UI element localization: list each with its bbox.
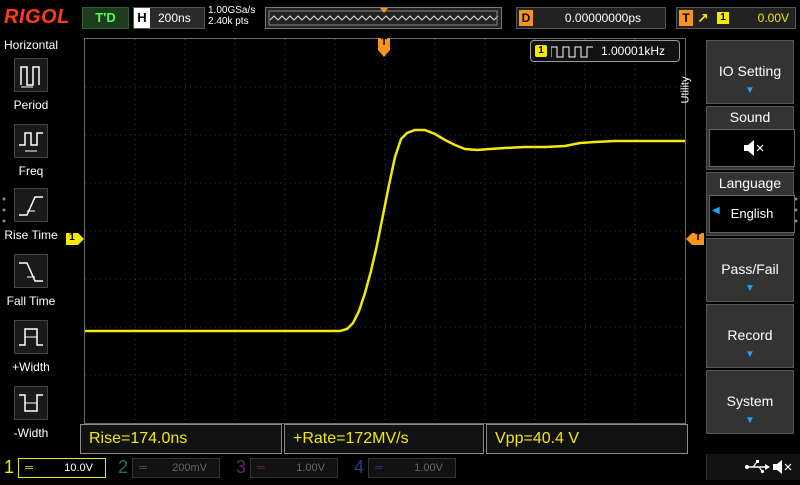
channel2-status[interactable]: 2 ═ 200mV — [118, 456, 222, 478]
pass-fail-label: Pass/Fail — [721, 261, 779, 277]
measure-rise-time-label: Rise Time — [4, 228, 58, 242]
system-button[interactable]: System ▼ — [706, 370, 794, 434]
language-value-box: ◀ English — [709, 195, 795, 233]
system-label: System — [726, 393, 774, 409]
channel1-ground-marker[interactable]: 1 — [66, 232, 84, 245]
measure-fall-time-label: Fall Time — [6, 294, 56, 308]
period-icon — [14, 58, 48, 92]
submenu-arrow-icon: ▼ — [745, 283, 755, 294]
trigger-position-marker[interactable]: T — [378, 37, 390, 58]
channel3-scale: 1.00V — [296, 462, 325, 474]
channel3-coupling-icon: ═ — [257, 462, 265, 474]
trigger-level-label: T — [694, 232, 702, 243]
channel4-status[interactable]: 4 ═ 1.00V — [354, 456, 458, 478]
trigger-display[interactable]: T ↗ 1 0.00V — [676, 7, 796, 29]
language-button[interactable]: Language ◀ English — [706, 172, 795, 236]
submenu-arrow-icon: ▼ — [745, 349, 755, 360]
channel3-number: 3 — [236, 457, 247, 477]
frequency-icon — [14, 124, 48, 158]
trigger-position-label: T — [380, 37, 388, 48]
submenu-arrow-icon: ▼ — [745, 85, 755, 96]
channel4-scale: 1.00V — [414, 462, 443, 474]
usb-icon — [745, 460, 770, 474]
trigger-level-marker[interactable]: T — [686, 232, 704, 245]
horizontal-timebase[interactable]: H 200ns — [133, 7, 205, 29]
rising-edge-icon: ↗ — [697, 10, 709, 26]
delay-display[interactable]: D 0.00000000ps — [516, 7, 666, 29]
measurement-positive-rate[interactable]: +Rate=172MV/s — [284, 424, 484, 454]
measure-freq-label: Freq — [18, 164, 44, 178]
positive-width-icon — [14, 320, 48, 354]
square-wave-icon — [551, 46, 593, 58]
acquisition-info: 1.00GSa/s 2.40k pts — [208, 5, 255, 27]
counter-value: 1.00001kHz — [601, 44, 666, 58]
sound-button[interactable]: Sound — [706, 106, 795, 170]
utility-menu-tab[interactable]: Utility — [679, 60, 706, 124]
measure-freq-button[interactable]: Freq — [6, 124, 60, 188]
speaker-mute-icon — [773, 460, 792, 474]
graticule — [85, 39, 685, 423]
negative-width-icon — [14, 386, 48, 420]
measure-fall-time-button[interactable]: Fall Time — [6, 254, 60, 318]
channel1-status[interactable]: 1 ═ 10.0V — [4, 456, 108, 478]
channel4-number: 4 — [354, 457, 365, 477]
measure-period-label: Period — [13, 98, 49, 112]
channel1-ground-label: 1 — [69, 232, 75, 243]
trigger-level-value: 0.00V — [757, 11, 789, 25]
sound-title: Sound — [729, 109, 771, 125]
record-button[interactable]: Record ▼ — [706, 304, 794, 368]
panel-scroll-dots — [2, 196, 6, 224]
trigger-status-badge: T'D — [82, 7, 129, 29]
sound-value — [709, 129, 795, 167]
pass-fail-button[interactable]: Pass/Fail ▼ — [706, 238, 794, 302]
channel2-scale: 200mV — [172, 462, 207, 474]
measure-rise-time-button[interactable]: Rise Time — [4, 188, 60, 252]
waveform-display[interactable] — [84, 38, 686, 424]
measure-panel-title: Horizontal — [3, 38, 59, 52]
language-title: Language — [718, 175, 782, 191]
channel2-number: 2 — [118, 457, 129, 477]
channel1-scale: 10.0V — [64, 462, 93, 474]
record-label: Record — [727, 327, 773, 343]
language-value: English — [730, 206, 774, 221]
memory-points: 2.40k pts — [208, 16, 249, 27]
trigger-label: T — [679, 10, 693, 26]
menu-scroll-dots — [794, 196, 798, 224]
channel1-coupling-icon: ═ — [25, 462, 33, 474]
horizontal-label: H — [134, 8, 150, 28]
frequency-counter[interactable]: 1 1.00001kHz — [530, 40, 680, 62]
fall-time-icon — [14, 254, 48, 288]
trigger-source: 1 — [717, 12, 729, 24]
measure-pos-width-button[interactable]: +Width — [6, 320, 60, 384]
channel3-status[interactable]: 3 ═ 1.00V — [236, 456, 340, 478]
brand-logo: RIGOL — [4, 6, 70, 28]
channel4-coupling-icon: ═ — [375, 462, 383, 474]
measure-neg-width-label: -Width — [13, 426, 49, 440]
measure-neg-width-button[interactable]: -Width — [6, 386, 60, 450]
system-status-tray — [706, 454, 800, 480]
measurement-vpp[interactable]: Vpp=40.4 V — [486, 424, 688, 454]
waveform-memory-overview[interactable] — [265, 7, 502, 29]
measurement-rise-time[interactable]: Rise=174.0ns — [80, 424, 282, 454]
submenu-arrow-icon: ▼ — [745, 415, 755, 426]
measure-period-button[interactable]: Period — [6, 58, 60, 122]
counter-channel: 1 — [535, 45, 547, 57]
memory-overview-waveform — [268, 8, 499, 26]
delay-label: D — [519, 10, 533, 26]
channel1-number: 1 — [4, 457, 15, 477]
timebase-value: 200ns — [158, 11, 191, 25]
speaker-mute-icon — [744, 140, 764, 156]
utility-tab-label: Utility — [679, 76, 692, 104]
sample-rate: 1.00GSa/s — [208, 5, 256, 16]
io-setting-button[interactable]: IO Setting ▼ — [706, 40, 794, 104]
rise-time-icon — [14, 188, 48, 222]
delay-value: 0.00000000ps — [564, 11, 641, 25]
channel2-coupling-icon: ═ — [139, 462, 147, 474]
io-setting-label: IO Setting — [718, 63, 782, 79]
measure-pos-width-label: +Width — [12, 360, 50, 374]
